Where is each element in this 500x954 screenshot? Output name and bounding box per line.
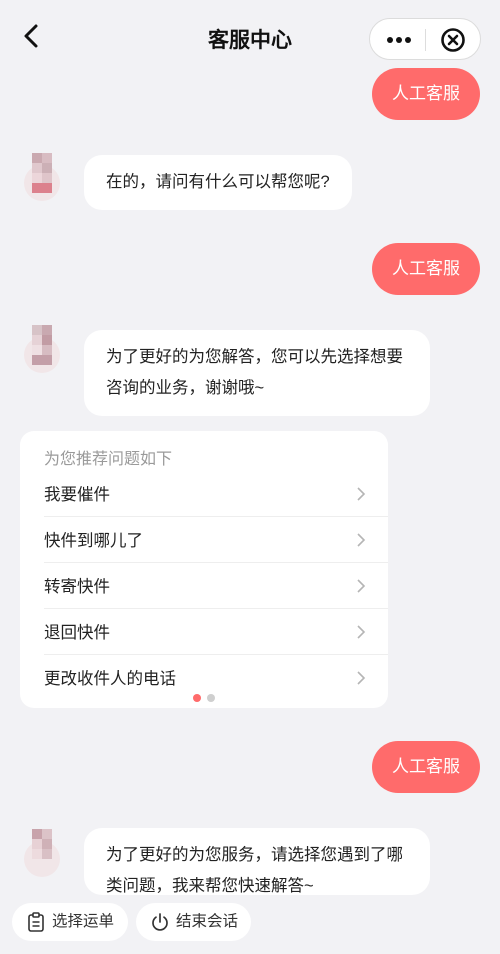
end-session-button[interactable]: 结束会话 — [136, 903, 251, 941]
select-waybill-label: 选择运单 — [52, 913, 115, 930]
select-waybill-button[interactable]: 选择运单 — [12, 903, 128, 941]
message-text-line: 为了更好的为您服务，请选择您遇到了哪 — [106, 846, 403, 864]
capsule-divider — [425, 29, 426, 51]
message-text-line: 咨询的业务，谢谢哦~ — [106, 379, 265, 397]
message-text: 在的，请问有什么可以帮您呢? — [106, 173, 330, 191]
incoming-message: 在的，请问有什么可以帮您呢? — [84, 155, 352, 210]
recommend-item-label: 转寄快件 — [44, 578, 110, 596]
chevron-right-icon — [357, 671, 366, 685]
header-bar: 客服中心 — [0, 0, 500, 70]
recommend-item[interactable]: 我要催件 — [44, 471, 388, 517]
recommend-item[interactable]: 更改收件人的电话 — [44, 655, 388, 701]
recommend-card: 为您推荐问题如下 我要催件 快件到哪儿了 转寄快件 退回快件 更改收件人的电话 — [20, 431, 388, 708]
message-text-line: 类问题，我来帮您快速解答~ — [106, 877, 314, 895]
recommend-item[interactable]: 退回快件 — [44, 609, 388, 655]
outgoing-message: 人工客服 — [372, 741, 480, 793]
recommend-item[interactable]: 转寄快件 — [44, 563, 388, 609]
power-icon — [152, 913, 168, 931]
chevron-right-icon — [357, 625, 366, 639]
mini-program-capsule — [369, 18, 481, 60]
recommend-item-label: 更改收件人的电话 — [44, 670, 176, 688]
incoming-message: 为了更好的为您解答，您可以先选择想要 咨询的业务，谢谢哦~ — [84, 330, 430, 416]
chevron-right-icon — [357, 533, 366, 547]
end-session-label: 结束会话 — [176, 913, 239, 930]
page-dot-active[interactable] — [193, 694, 201, 702]
recommend-item[interactable]: 快件到哪儿了 — [44, 517, 388, 563]
more-dots-icon[interactable] — [384, 30, 414, 50]
agent-avatar — [24, 153, 60, 201]
agent-avatar — [24, 829, 60, 877]
recommend-item-label: 退回快件 — [44, 624, 110, 642]
incoming-message: 为了更好的为您服务，请选择您遇到了哪 类问题，我来帮您快速解答~ — [84, 828, 430, 895]
message-text-line: 为了更好的为您解答，您可以先选择想要 — [106, 348, 403, 366]
clipboard-icon — [28, 912, 44, 932]
agent-avatar — [24, 325, 60, 373]
recommend-item-label: 快件到哪儿了 — [44, 532, 143, 550]
close-circle-icon[interactable] — [440, 27, 466, 53]
outgoing-message: 人工客服 — [372, 243, 480, 295]
chevron-right-icon — [357, 487, 366, 501]
bottom-action-bar: 选择运单 结束会话 — [0, 895, 500, 954]
recommend-item-label: 我要催件 — [44, 486, 110, 504]
page-dot[interactable] — [207, 694, 215, 702]
chevron-right-icon — [357, 579, 366, 593]
recommend-title: 为您推荐问题如下 — [44, 451, 173, 468]
outgoing-message: 人工客服 — [372, 68, 480, 120]
